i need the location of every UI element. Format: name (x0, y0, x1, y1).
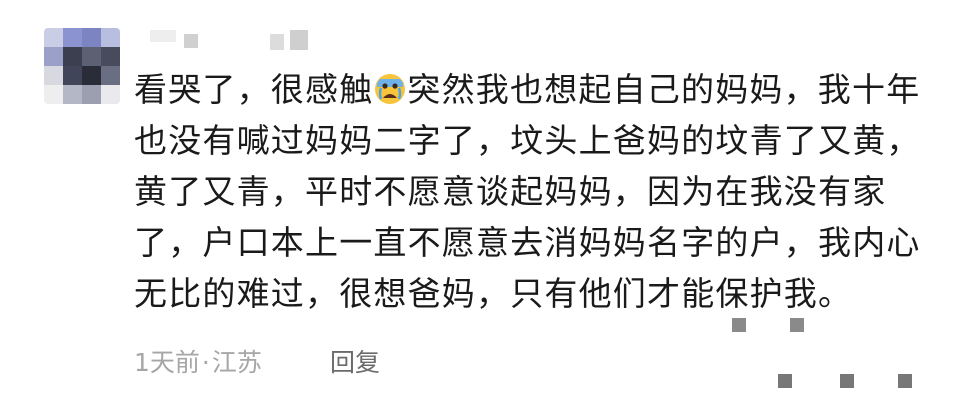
username-redacted[interactable] (150, 30, 320, 52)
comment-text: 看哭了，很感触 突然我也想起自己的妈妈，我十年也没有喊过妈妈二字了，坟头上爸妈的… (134, 64, 934, 319)
comment-time: 1天前 (134, 348, 200, 377)
watermark-block (790, 318, 804, 332)
watermark-block (778, 374, 792, 388)
comment-text-part-1: 看哭了，很感触 (134, 70, 374, 109)
crying-face-icon (375, 74, 406, 104)
comment-meta: 1天前·江苏 (134, 343, 262, 379)
reply-button[interactable]: 回复 (330, 343, 380, 379)
watermark-block (732, 318, 746, 332)
watermark-block (898, 374, 912, 388)
comment-location: 江苏 (211, 348, 262, 377)
watermark-block (840, 374, 854, 388)
avatar[interactable] (44, 28, 120, 104)
meta-separator: · (201, 348, 210, 377)
